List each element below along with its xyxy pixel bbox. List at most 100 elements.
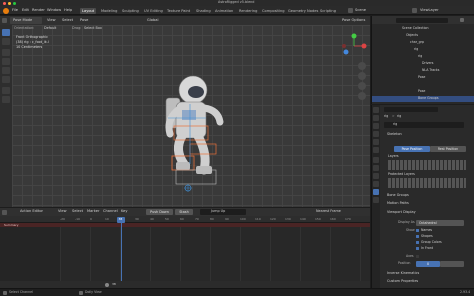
footer-frame[interactable]: 38 (112, 283, 116, 286)
properties-search-input[interactable] (384, 107, 438, 112)
group-colors-checkbox[interactable] (416, 241, 419, 244)
current-frame-indicator[interactable]: 38 (117, 216, 125, 223)
constraints-tab-icon[interactable] (373, 181, 379, 187)
astronaut-model[interactable] (160, 64, 230, 194)
scene-tab-icon[interactable] (373, 139, 379, 145)
output-tab-icon[interactable] (373, 123, 379, 129)
zoom-icon[interactable] (358, 62, 366, 70)
list-item[interactable]: Pose (372, 75, 474, 81)
rest-position-button[interactable]: Rest Position (430, 146, 466, 152)
editor-type-icon[interactable] (2, 18, 7, 23)
tab-texture-paint[interactable]: Texture Paint (165, 8, 192, 14)
select-box-tool-icon[interactable] (2, 29, 10, 36)
zoom-window-icon[interactable] (13, 1, 16, 5)
pan-icon[interactable] (358, 72, 366, 80)
tab-animation[interactable]: Animation (213, 8, 235, 14)
shapes-checkbox[interactable] (416, 235, 419, 238)
layers-grid[interactable] (388, 160, 466, 170)
custom-properties-panel-header[interactable]: Custom Properties (381, 279, 474, 285)
action-name-field[interactable]: Jump Up (200, 209, 246, 215)
tool-tab-icon[interactable] (373, 107, 379, 113)
play-icon[interactable] (105, 282, 109, 287)
viewport-display-panel-header[interactable]: Viewport Display (381, 210, 474, 216)
push-down-button[interactable]: Push Down (146, 209, 173, 215)
position-slider[interactable] (440, 260, 464, 267)
stash-button[interactable]: Stash (175, 209, 193, 215)
tab-shading[interactable]: Shading (194, 8, 213, 14)
tab-sculpting[interactable]: Sculpting (120, 8, 141, 14)
list-item[interactable]: rig (372, 47, 474, 53)
list-item[interactable]: char_grp (372, 40, 474, 46)
keyframe-area[interactable] (60, 227, 370, 281)
editor-mode-dropdown[interactable]: Action Editor (20, 209, 43, 214)
ae-menu-channel[interactable]: Channel (103, 209, 118, 214)
axes-checkbox[interactable] (416, 255, 419, 258)
minimize-window-icon[interactable] (8, 1, 11, 5)
tab-scripting[interactable]: Scripting (318, 8, 338, 14)
ae-menu-view[interactable]: View (58, 209, 67, 214)
ae-menu-key[interactable]: Key (121, 209, 128, 214)
view-layer-tab-icon[interactable] (373, 131, 379, 137)
menu-help[interactable]: Help (64, 8, 72, 13)
annotate-tool-icon[interactable] (2, 87, 10, 94)
move-tool-icon[interactable] (2, 49, 10, 56)
dopesheet-icon[interactable] (2, 209, 7, 215)
bone-tab-icon[interactable] (373, 197, 379, 203)
action-editor[interactable]: Action Editor View Select Marker Channel… (0, 208, 370, 288)
tab-compositing[interactable]: Compositing (260, 8, 287, 14)
skeleton-panel-header[interactable]: Skeleton (381, 132, 474, 138)
measure-tool-icon[interactable] (2, 96, 10, 103)
outliner[interactable]: Scene Collection Objects char_grp rig ri… (371, 16, 474, 104)
scale-tool-icon[interactable] (2, 67, 10, 74)
display-as-dropdown[interactable]: Octahedral (416, 219, 464, 226)
ik-panel-header[interactable]: Inverse Kinematics (381, 271, 474, 277)
outliner-search-input[interactable] (396, 17, 448, 23)
list-item[interactable]: Pose (372, 89, 474, 95)
list-item[interactable]: Drivers (372, 61, 474, 67)
object-tab-icon[interactable] (373, 157, 379, 163)
drag-value[interactable]: Select Box (84, 26, 102, 30)
world-tab-icon[interactable] (373, 147, 379, 153)
motion-paths-panel-header[interactable]: Motion Paths (381, 201, 474, 207)
physics-tab-icon[interactable] (373, 173, 379, 179)
tab-uv-editing[interactable]: UV Editing (142, 8, 165, 14)
menu-select[interactable]: Select (62, 18, 73, 23)
list-item[interactable]: Scene Collection (372, 26, 474, 32)
ae-menu-marker[interactable]: Marker (87, 209, 99, 214)
render-tab-icon[interactable] (373, 115, 379, 121)
perspective-toggle-icon[interactable] (358, 92, 366, 100)
orientation-value[interactable]: Default (44, 26, 56, 30)
menu-edit[interactable]: Edit (22, 8, 29, 13)
cursor-tool-icon[interactable] (2, 38, 10, 45)
navigation-gizmo[interactable] (340, 32, 368, 60)
tab-geometry-nodes[interactable]: Geometry Nodes (286, 8, 320, 14)
list-item[interactable]: Objects (372, 33, 474, 39)
menu-pose[interactable]: Pose (80, 18, 88, 23)
pose-position-button[interactable]: Pose Position (394, 146, 430, 152)
camera-view-icon[interactable] (358, 82, 366, 90)
list-item[interactable]: NLA Tracks (372, 68, 474, 74)
rotate-tool-icon[interactable] (2, 58, 10, 65)
transform-orientation[interactable]: Global (147, 18, 158, 23)
channel-list[interactable] (0, 227, 60, 281)
pose-options-button[interactable]: Pose Options (342, 18, 365, 23)
protected-layers-grid[interactable] (388, 178, 466, 188)
menu-render[interactable]: Render (32, 8, 45, 13)
properties-editor[interactable]: rig > rig rig Skeleton Pose Position Res… (371, 105, 474, 288)
scene-icon[interactable] (348, 8, 353, 13)
armature-data-tab-icon[interactable] (373, 189, 379, 195)
in-front-checkbox[interactable] (416, 247, 419, 250)
menu-view[interactable]: View (47, 18, 56, 23)
tab-rendering[interactable]: Rendering (237, 8, 259, 14)
scene-name[interactable]: Scene (355, 8, 366, 13)
position-field[interactable]: 0 (416, 260, 440, 267)
frame-ruler[interactable]: -20 -10 0 10 30 40 50 60 70 80 90 100 11… (0, 216, 370, 223)
datablock-field[interactable]: rig (384, 122, 464, 128)
bone-groups-panel-header[interactable]: Bone Groups (381, 193, 474, 199)
tab-modeling[interactable]: Modeling (99, 8, 119, 14)
blender-logo-icon[interactable] (3, 7, 9, 14)
modifier-tab-icon[interactable] (373, 165, 379, 171)
menu-file[interactable]: File (12, 8, 18, 13)
close-window-icon[interactable] (3, 1, 6, 5)
3d-viewport[interactable]: Pose Mode View Select Pose Global Pose O… (0, 16, 370, 207)
